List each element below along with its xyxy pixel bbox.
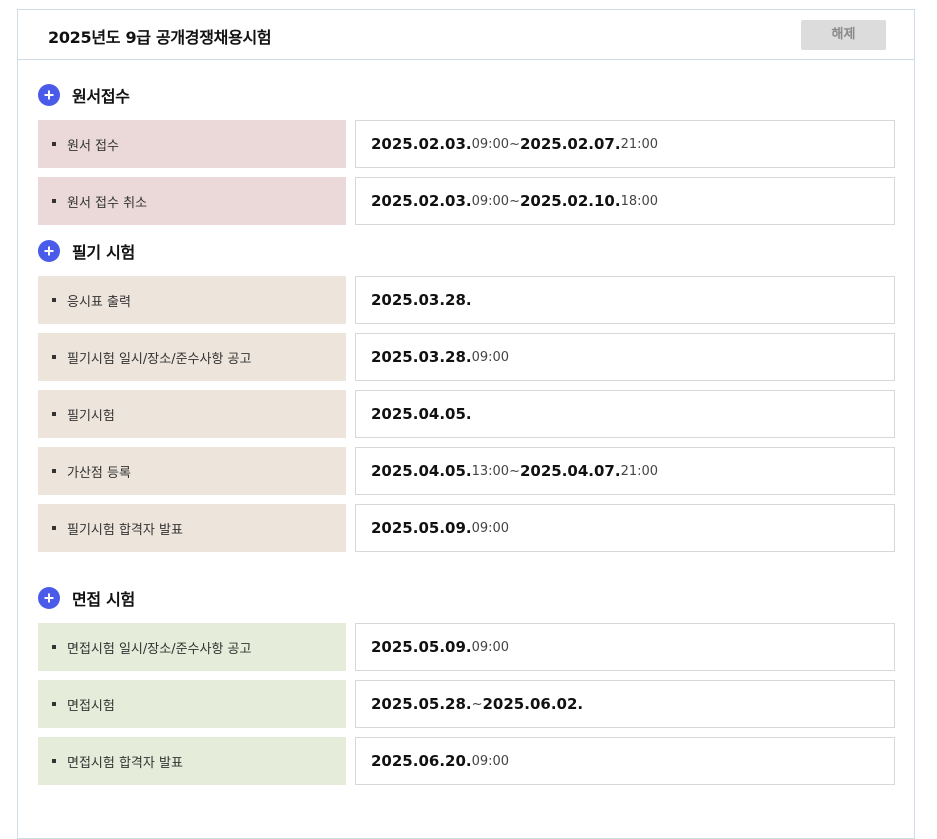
page-title: 2025년도 9급 공개경쟁채용시험 bbox=[48, 28, 272, 47]
bullet-icon bbox=[52, 526, 56, 530]
start-time: 09:00 bbox=[471, 136, 510, 152]
row-label: 면접시험 합격자 발표 bbox=[38, 737, 346, 785]
row-label-text: 필기시험 bbox=[67, 408, 115, 424]
row-value: 2025.04.05. 13:00 ~ 2025.04.07. 21:00 bbox=[355, 447, 895, 495]
start-date: 2025.04.05. bbox=[371, 405, 472, 423]
bullet-icon bbox=[52, 702, 56, 706]
start-date: 2025.02.03. bbox=[371, 135, 472, 153]
row-label-text: 응시표 출력 bbox=[67, 294, 131, 310]
schedule-row: 필기시험 일시/장소/준수사항 공고 2025.03.28. 09:00 bbox=[38, 333, 895, 381]
row-label: 면접시험 bbox=[38, 680, 346, 728]
bullet-icon bbox=[52, 469, 56, 473]
row-label: 원서 접수 취소 bbox=[38, 177, 346, 225]
row-label-text: 가산점 등록 bbox=[67, 465, 131, 481]
start-date: 2025.03.28. bbox=[371, 291, 472, 309]
row-label-text: 면접시험 합격자 발표 bbox=[67, 755, 183, 771]
schedule-row: 면접시험 2025.05.28. ~ 2025.06.02. bbox=[38, 680, 895, 728]
section-header-interview-exam[interactable]: 면접 시험 bbox=[38, 585, 135, 611]
range-separator: ~ bbox=[509, 136, 520, 152]
row-label: 필기시험 bbox=[38, 390, 346, 438]
row-label-text: 필기시험 합격자 발표 bbox=[67, 522, 183, 538]
range-separator: ~ bbox=[509, 463, 520, 479]
schedule-row: 필기시험 합격자 발표 2025.05.09. 09:00 bbox=[38, 504, 895, 552]
row-label-text: 원서 접수 bbox=[67, 138, 119, 154]
end-time: 18:00 bbox=[620, 193, 659, 209]
end-date: 2025.06.02. bbox=[482, 695, 584, 713]
row-value: 2025.04.05. bbox=[355, 390, 895, 438]
start-time: 09:00 bbox=[471, 349, 510, 365]
section-header-application[interactable]: 원서접수 bbox=[38, 82, 130, 108]
end-time: 21:00 bbox=[620, 136, 659, 152]
start-date: 2025.05.09. bbox=[371, 519, 472, 537]
range-separator: ~ bbox=[509, 193, 520, 209]
row-value: 2025.06.20. 09:00 bbox=[355, 737, 895, 785]
row-value: 2025.03.28. 09:00 bbox=[355, 333, 895, 381]
bullet-icon bbox=[52, 412, 56, 416]
row-value: 2025.05.09. 09:00 bbox=[355, 623, 895, 671]
row-value: 2025.02.03. 09:00 ~ 2025.02.07. 21:00 bbox=[355, 120, 895, 168]
row-label-text: 면접시험 bbox=[67, 698, 115, 714]
exam-schedule-panel: 2025년도 9급 공개경쟁채용시험 해제 원서접수 원서 접수 2025.02… bbox=[17, 9, 915, 839]
start-time: 09:00 bbox=[471, 753, 510, 769]
start-date: 2025.05.09. bbox=[371, 638, 472, 656]
row-value: 2025.02.03. 09:00 ~ 2025.02.10. 18:00 bbox=[355, 177, 895, 225]
start-date: 2025.04.05. bbox=[371, 462, 472, 480]
bullet-icon bbox=[52, 199, 56, 203]
section-title: 필기 시험 bbox=[72, 243, 135, 262]
bullet-icon bbox=[52, 645, 56, 649]
bullet-icon bbox=[52, 355, 56, 359]
schedule-row: 원서 접수 2025.02.03. 09:00 ~ 2025.02.07. 21… bbox=[38, 120, 895, 168]
start-time: 09:00 bbox=[471, 639, 510, 655]
panel-header: 2025년도 9급 공개경쟁채용시험 해제 bbox=[18, 10, 914, 60]
plus-circle-icon[interactable] bbox=[38, 84, 60, 106]
row-value: 2025.05.09. 09:00 bbox=[355, 504, 895, 552]
row-label-text: 필기시험 일시/장소/준수사항 공고 bbox=[67, 351, 252, 367]
end-date: 2025.02.10. bbox=[519, 192, 621, 210]
end-time: 21:00 bbox=[620, 463, 659, 479]
row-label: 필기시험 일시/장소/준수사항 공고 bbox=[38, 333, 346, 381]
release-button[interactable]: 해제 bbox=[801, 20, 886, 50]
start-date: 2025.06.20. bbox=[371, 752, 472, 770]
schedule-row: 원서 접수 취소 2025.02.03. 09:00 ~ 2025.02.10.… bbox=[38, 177, 895, 225]
schedule-row: 면접시험 일시/장소/준수사항 공고 2025.05.09. 09:00 bbox=[38, 623, 895, 671]
section-title: 면접 시험 bbox=[72, 590, 135, 609]
start-time: 13:00 bbox=[471, 463, 510, 479]
schedule-row: 필기시험 2025.04.05. bbox=[38, 390, 895, 438]
row-label: 가산점 등록 bbox=[38, 447, 346, 495]
row-label-text: 원서 접수 취소 bbox=[67, 195, 148, 211]
schedule-row: 면접시험 합격자 발표 2025.06.20. 09:00 bbox=[38, 737, 895, 785]
schedule-row: 가산점 등록 2025.04.05. 13:00 ~ 2025.04.07. 2… bbox=[38, 447, 895, 495]
section-header-written-exam[interactable]: 필기 시험 bbox=[38, 238, 135, 264]
row-label: 면접시험 일시/장소/준수사항 공고 bbox=[38, 623, 346, 671]
row-label-text: 면접시험 일시/장소/준수사항 공고 bbox=[67, 641, 252, 657]
plus-circle-icon[interactable] bbox=[38, 240, 60, 262]
bullet-icon bbox=[52, 142, 56, 146]
row-value: 2025.05.28. ~ 2025.06.02. bbox=[355, 680, 895, 728]
start-date: 2025.05.28. bbox=[371, 695, 472, 713]
row-label: 필기시험 합격자 발표 bbox=[38, 504, 346, 552]
range-separator: ~ bbox=[471, 696, 483, 712]
row-label: 응시표 출력 bbox=[38, 276, 346, 324]
row-value: 2025.03.28. bbox=[355, 276, 895, 324]
end-date: 2025.02.07. bbox=[519, 135, 621, 153]
start-date: 2025.02.03. bbox=[371, 192, 472, 210]
start-date: 2025.03.28. bbox=[371, 348, 472, 366]
end-date: 2025.04.07. bbox=[519, 462, 621, 480]
bullet-icon bbox=[52, 298, 56, 302]
start-time: 09:00 bbox=[471, 193, 510, 209]
start-time: 09:00 bbox=[471, 520, 510, 536]
section-title: 원서접수 bbox=[72, 87, 130, 106]
schedule-row: 응시표 출력 2025.03.28. bbox=[38, 276, 895, 324]
row-label: 원서 접수 bbox=[38, 120, 346, 168]
plus-circle-icon[interactable] bbox=[38, 587, 60, 609]
bullet-icon bbox=[52, 759, 56, 763]
